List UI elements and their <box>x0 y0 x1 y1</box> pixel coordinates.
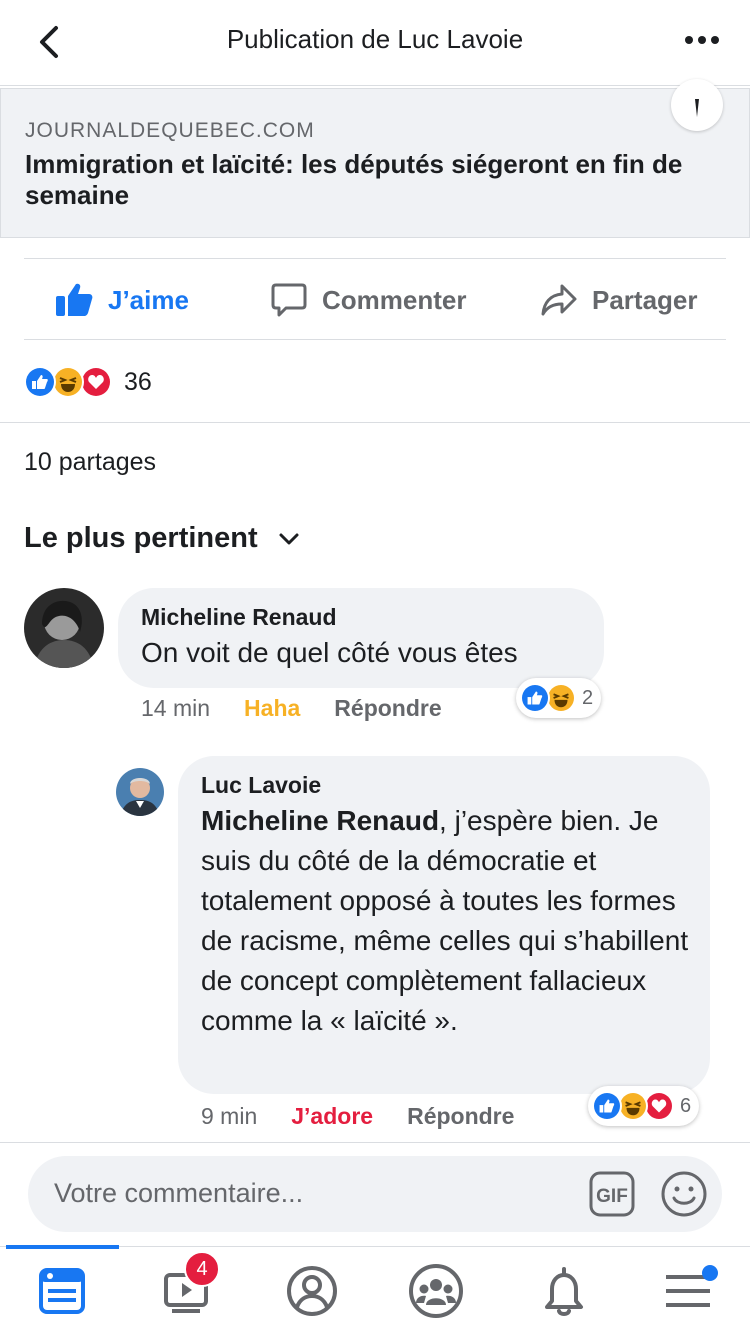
haha-reaction-icon <box>546 683 576 713</box>
like-button[interactable]: J’aime <box>54 259 189 341</box>
tab-video[interactable]: 4 <box>156 1251 220 1321</box>
reply-button[interactable]: Répondre <box>407 1103 514 1130</box>
tab-news-feed[interactable] <box>32 1261 92 1321</box>
share-button[interactable]: Partager <box>540 259 698 341</box>
share-arrow-icon <box>541 284 577 316</box>
bottom-tab-bar: 4 <box>0 1245 750 1334</box>
love-reaction-icon <box>80 366 112 398</box>
page-title: Publication de Luc Lavoie <box>226 24 524 54</box>
tab-groups[interactable] <box>406 1261 466 1321</box>
link-headline[interactable]: Immigration et laïcité: les députés siég… <box>25 149 725 211</box>
avatar[interactable] <box>24 588 104 668</box>
profile-icon <box>287 1266 337 1316</box>
more-dots-icon[interactable] <box>682 28 722 52</box>
reply-text: Micheline Renaud, j’espère bien. Je suis… <box>201 801 690 1041</box>
active-tab-indicator <box>6 1245 119 1249</box>
comment-text: On voit de quel côté vous êtes <box>141 637 518 668</box>
comment-button[interactable]: Commenter <box>270 259 466 341</box>
composer-divider <box>0 1142 750 1143</box>
haha-reaction-icon <box>618 1091 648 1121</box>
sort-label: Le plus pertinent <box>24 522 258 554</box>
like-reaction-icon <box>592 1091 622 1121</box>
info-icon <box>695 99 699 117</box>
reply-time: 9 min <box>201 1103 258 1129</box>
tab-profile[interactable] <box>282 1261 342 1321</box>
reaction-count: 36 <box>124 367 152 396</box>
comment-author[interactable]: Micheline Renaud <box>141 604 604 631</box>
tab-notifications[interactable] <box>534 1261 594 1321</box>
mention[interactable]: Micheline Renaud <box>201 805 439 836</box>
comment-meta: 14 min Haha Répondre <box>141 695 476 722</box>
comment-label: Commenter <box>322 284 467 315</box>
link-preview-card[interactable]: JOURNALDEQUEBEC.COM Immigration et laïci… <box>0 79 750 238</box>
tab-menu[interactable] <box>658 1261 718 1321</box>
reply-reactions[interactable]: 6 <box>588 1086 700 1126</box>
comment-bubble[interactable]: Micheline Renaud On voit de quel côté vo… <box>118 588 604 688</box>
groups-icon <box>409 1264 463 1318</box>
reply-meta: 9 min J’adore Répondre <box>201 1103 548 1130</box>
reactions-summary[interactable]: 36 <box>24 362 152 402</box>
comment-composer[interactable]: Votre commentaire... GIF <box>28 1156 722 1232</box>
haha-reaction-button[interactable]: Haha <box>244 695 300 722</box>
section-divider <box>0 422 750 423</box>
reply-reaction-count: 6 <box>680 1094 692 1117</box>
reply-bubble[interactable]: Luc Lavoie Micheline Renaud, j’espère bi… <box>178 756 710 1094</box>
like-reaction-icon <box>520 683 550 713</box>
haha-reaction-icon <box>52 366 84 398</box>
love-reaction-button[interactable]: J’adore <box>291 1103 373 1130</box>
comment-reaction-count: 2 <box>582 686 594 709</box>
avatar[interactable] <box>116 768 164 816</box>
comment-reactions[interactable]: 2 <box>516 678 602 718</box>
comment-bubble-icon <box>271 283 307 317</box>
chevron-down-icon <box>279 533 299 544</box>
share-label: Partager <box>592 284 698 315</box>
reply-body: , j’espère bien. Je suis du côté de la d… <box>201 805 689 1036</box>
shares-count[interactable]: 10 partages <box>24 448 156 477</box>
emoji-icon[interactable] <box>660 1170 708 1218</box>
reply-button[interactable]: Répondre <box>334 695 441 722</box>
comment-time: 14 min <box>141 695 211 721</box>
info-button[interactable] <box>671 79 723 131</box>
notification-badge: 4 <box>184 1251 220 1287</box>
link-domain: JOURNALDEQUEBEC.COM <box>25 119 315 142</box>
love-reaction-icon <box>644 1091 674 1121</box>
reply-author[interactable]: Luc Lavoie <box>201 772 690 799</box>
comment-input[interactable]: Votre commentaire... <box>54 1178 303 1209</box>
like-label: J’aime <box>108 284 189 315</box>
like-reaction-icon <box>24 366 56 398</box>
thumbs-up-icon <box>56 283 93 316</box>
menu-notification-dot <box>702 1265 718 1281</box>
gif-icon[interactable]: GIF <box>588 1170 636 1218</box>
post-actions-bar: J’aime Commenter Partager <box>24 258 726 340</box>
bell-icon <box>545 1267 583 1316</box>
gif-label: GIF <box>596 1186 628 1207</box>
news-feed-icon <box>39 1268 85 1314</box>
top-nav-bar: Publication de Luc Lavoie <box>0 0 750 86</box>
comment-sort-dropdown[interactable]: Le plus pertinent <box>24 522 300 555</box>
